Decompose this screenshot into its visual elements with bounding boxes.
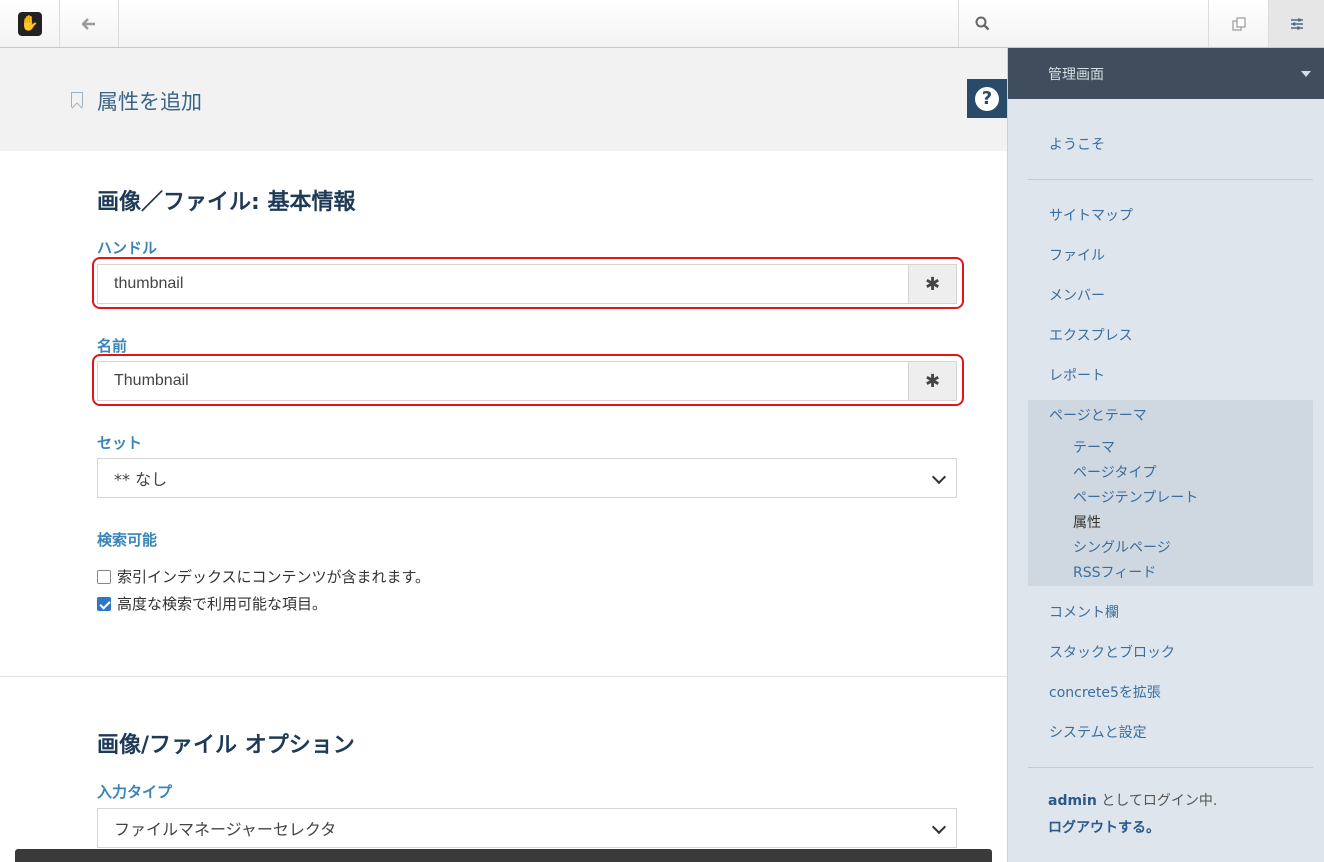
main-form: 画像／ファイル: 基本情報 ハンドル thumbnail ✱ 名前 Thumbn… xyxy=(0,151,1007,862)
section-divider xyxy=(0,676,1007,677)
name-value[interactable]: Thumbnail xyxy=(98,362,908,400)
chevron-down-icon xyxy=(931,469,947,485)
logged-in-status: admin としてログイン中. xyxy=(1048,790,1217,810)
sidebar-item-reports[interactable]: レポート xyxy=(1049,365,1105,385)
sidebar-divider xyxy=(1028,179,1313,180)
sliders-icon xyxy=(1290,18,1303,29)
index-content-label: 索引インデックスにコンテンツが含まれます。 xyxy=(117,568,431,586)
sidebar-subitem-page-templates[interactable]: ページテンプレート xyxy=(1073,487,1198,507)
input-type-label: 入力タイプ xyxy=(97,783,173,801)
back-button[interactable] xyxy=(60,0,119,47)
sidebar-item-pages-themes[interactable]: ページとテーマ xyxy=(1049,405,1147,425)
index-content-checkbox[interactable]: 索引インデックスにコンテンツが含まれます。 xyxy=(97,566,430,587)
sidebar-divider xyxy=(1028,767,1313,768)
sidebar-item-members[interactable]: メンバー xyxy=(1049,285,1105,305)
sidebar-item-files[interactable]: ファイル xyxy=(1049,245,1105,265)
page-header: 属性を追加 ? xyxy=(0,48,1007,151)
handle-value[interactable]: thumbnail xyxy=(98,265,908,303)
sidebar-subitem-page-types[interactable]: ページタイプ xyxy=(1073,462,1156,482)
required-asterisk-icon: ✱ xyxy=(908,362,956,400)
sidebar-item-extend[interactable]: concrete5を拡張 xyxy=(1049,682,1161,702)
username-link[interactable]: admin xyxy=(1048,793,1097,809)
sidebar-subitem-rss-feeds[interactable]: RSSフィード xyxy=(1073,562,1156,582)
handle-field[interactable]: thumbnail ✱ xyxy=(97,264,957,304)
logged-in-suffix: としてログイン中. xyxy=(1096,793,1218,809)
checkbox-checked[interactable] xyxy=(97,596,111,611)
chevron-down-icon xyxy=(931,819,947,835)
set-select[interactable]: ** なし xyxy=(97,458,957,498)
sidebar-header[interactable]: 管理画面 xyxy=(1008,48,1324,99)
sidebar-item-comments[interactable]: コメント欄 xyxy=(1049,602,1119,622)
search-icon xyxy=(975,16,990,31)
help-button[interactable]: ? xyxy=(967,79,1007,118)
concrete5-logo-button[interactable]: ✋ xyxy=(0,0,60,47)
sidebar-item-express[interactable]: エクスプレス xyxy=(1049,325,1133,345)
sidebar-subitem-themes[interactable]: テーマ xyxy=(1073,437,1115,457)
required-asterisk-icon: ✱ xyxy=(908,265,956,303)
pages-button[interactable] xyxy=(1208,0,1268,47)
settings-panel-button[interactable] xyxy=(1268,0,1324,47)
set-label: セット xyxy=(97,434,143,452)
advanced-search-checkbox[interactable]: 高度な検索で利用可能な項目。 xyxy=(97,593,327,614)
sidebar-header-label: 管理画面 xyxy=(1048,66,1104,83)
sidebar-item-sitemap[interactable]: サイトマップ xyxy=(1049,205,1133,225)
pages-icon xyxy=(1231,16,1246,31)
searchable-label: 検索可能 xyxy=(97,531,158,549)
sidebar-subitem-single-pages[interactable]: シングルページ xyxy=(1073,537,1171,557)
name-field[interactable]: Thumbnail ✱ xyxy=(97,361,957,401)
search-input[interactable] xyxy=(958,0,1208,47)
set-select-value: ** なし xyxy=(114,470,168,489)
hand-logo-icon: ✋ xyxy=(17,11,42,36)
back-arrow-icon xyxy=(82,17,95,30)
bookmark-icon[interactable] xyxy=(71,92,83,107)
dashboard-sidebar: 管理画面 ようこそ サイトマップ ファイル メンバー エクスプレス レポート ペ… xyxy=(1007,48,1324,862)
sidebar-subitem-attributes[interactable]: 属性 xyxy=(1073,512,1101,532)
options-heading: 画像/ファイル オプション xyxy=(97,733,355,758)
input-type-select[interactable]: ファイルマネージャーセレクタ xyxy=(97,808,957,848)
form-action-bar xyxy=(15,849,992,862)
question-icon: ? xyxy=(975,86,999,111)
sidebar-item-stacks-blocks[interactable]: スタックとブロック xyxy=(1049,642,1175,662)
input-type-value: ファイルマネージャーセレクタ xyxy=(114,820,337,839)
sidebar-item-system-settings[interactable]: システムと設定 xyxy=(1049,722,1147,742)
sidebar-item-welcome[interactable]: ようこそ xyxy=(1049,134,1105,154)
caret-down-icon xyxy=(1301,71,1311,77)
page-title: 属性を追加 xyxy=(97,90,202,114)
name-label: 名前 xyxy=(97,337,128,355)
top-toolbar: ✋ xyxy=(0,0,1324,48)
logout-link[interactable]: ログアウトする。 xyxy=(1048,817,1160,837)
basic-info-heading: 画像／ファイル: 基本情報 xyxy=(97,190,356,215)
handle-label: ハンドル xyxy=(97,239,158,257)
checkbox-unchecked[interactable] xyxy=(97,569,111,584)
advanced-search-label: 高度な検索で利用可能な項目。 xyxy=(117,595,328,613)
